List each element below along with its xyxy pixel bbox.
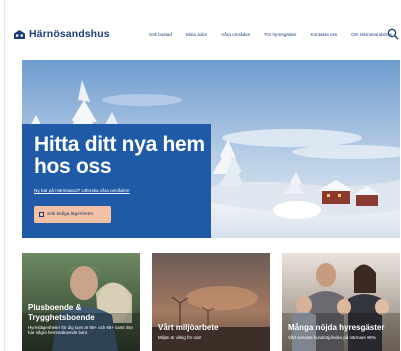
nav-item-mina-sidor[interactable]: Mina sidor [186, 32, 207, 37]
page-edge-line [4, 0, 5, 351]
search-apartments-button[interactable]: Sök lediga lägenheter [34, 206, 111, 223]
logo-text: Härnösandshus [29, 28, 110, 40]
nav-item-kontakta-oss[interactable]: Kontakta oss [311, 32, 338, 37]
card-miljoarbete-title: Vårt miljöarbete [158, 323, 219, 332]
nav-item-sok-bostad[interactable]: Sök bostad [149, 32, 172, 37]
hero-link[interactable]: Ny här på Härnösand? Utforska våra områd… [34, 188, 130, 193]
card-plusboende-title: Plusboende & Trygghetsboende [28, 303, 95, 322]
nav-item-for-hyresgaster[interactable]: För hyresgäster [264, 32, 296, 37]
site-header: Härnösandshus Sök bostad Mina sidor Våra… [14, 22, 400, 46]
search-apartments-button-label: Sök lediga lägenheter [47, 212, 94, 217]
card-nojda-hyresgaster-subtitle: Vårt senaste kundnöjdindex på närmare 90… [288, 335, 376, 340]
feature-cards: Plusboende & Trygghetsboende Hyreslägenh… [22, 253, 400, 351]
house-logo-icon [14, 29, 25, 39]
logo[interactable]: Härnösandshus [14, 28, 110, 40]
card-miljoarbete[interactable]: Vårt miljöarbete Miljön är viktig för os… [152, 253, 270, 351]
nav-item-vara-omraden[interactable]: Våra områden [221, 32, 250, 37]
main-nav: Sök bostad Mina sidor Våra områden För h… [149, 22, 392, 46]
card-miljoarbete-subtitle: Miljön är viktig för oss! [158, 335, 202, 340]
hero-panel: Hitta ditt nya hem hos oss Ny här på Här… [22, 124, 211, 238]
card-nojda-hyresgaster-title: Många nöjda hyresgäster [288, 323, 385, 332]
search-icon[interactable] [387, 28, 399, 40]
nav-item-om-harnosandshus[interactable]: Om Härnösandshus [351, 32, 392, 37]
hero-title: Hitta ditt nya hem hos oss [34, 133, 205, 178]
page: Härnösandshus Sök bostad Mina sidor Våra… [0, 0, 401, 351]
card-plusboende-image [22, 253, 140, 351]
card-plusboende[interactable]: Plusboende & Trygghetsboende Hyreslägenh… [22, 253, 140, 351]
calendar-icon [39, 212, 44, 217]
hero-banner: Hitta ditt nya hem hos oss Ny här på Här… [22, 60, 400, 238]
card-plusboende-subtitle: Hyreslägenheter för dig som är 55+ och 6… [28, 325, 133, 336]
card-nojda-hyresgaster[interactable]: Många nöjda hyresgäster Vårt senaste kun… [282, 253, 400, 351]
